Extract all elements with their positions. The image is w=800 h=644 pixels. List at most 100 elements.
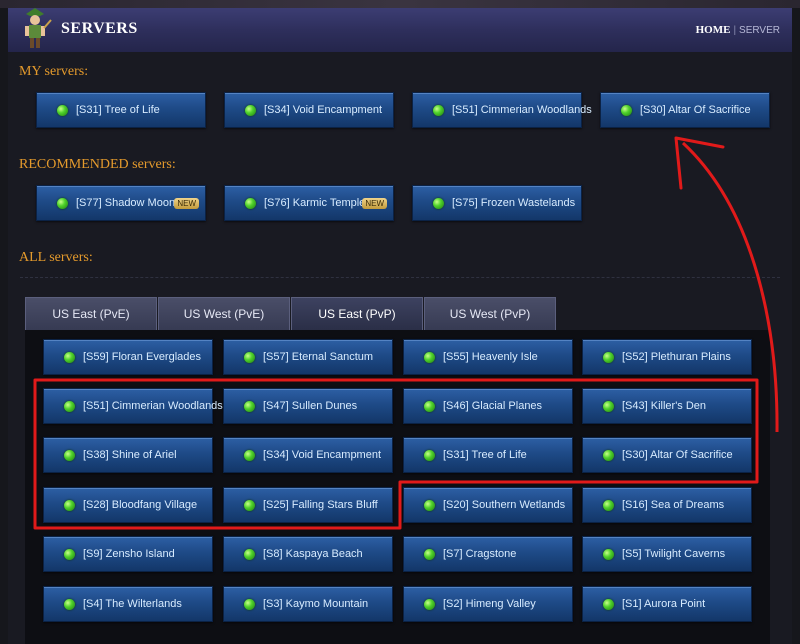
online-status-icon <box>603 500 614 511</box>
region-tabs: US East (PvE) US West (PvE) US East (PvP… <box>25 297 556 331</box>
server-button[interactable]: [S9] Zensho Island <box>43 536 213 572</box>
server-label: [S4] The Wilterlands <box>83 598 182 610</box>
server-label: [S5] Twilight Caverns <box>622 548 726 560</box>
online-status-icon <box>64 450 75 461</box>
server-label: [S30] Altar Of Sacrifice <box>640 104 751 116</box>
server-button[interactable]: [S16] Sea of Dreams <box>582 487 752 523</box>
recommended-server-button[interactable]: [S76] Karmic Temple NEW <box>224 185 394 221</box>
server-label: [S59] Floran Everglades <box>83 351 202 363</box>
new-badge: NEW <box>174 198 199 209</box>
server-label: [S7] Cragstone <box>443 548 517 560</box>
online-status-icon <box>603 401 614 412</box>
server-label: [S75] Frozen Wastelands <box>452 197 576 209</box>
online-status-icon <box>244 450 255 461</box>
all-servers-heading: ALL servers: <box>19 250 93 265</box>
server-button[interactable]: [S57] Eternal Sanctum <box>223 339 393 375</box>
online-status-icon <box>424 549 435 560</box>
recommended-server-button[interactable]: [S77] Shadow Moon NEW <box>36 185 206 221</box>
online-status-icon <box>244 500 255 511</box>
server-button[interactable]: [S46] Glacial Planes <box>403 388 573 424</box>
server-label: [S20] Southern Wetlands <box>443 499 566 511</box>
online-status-icon <box>424 500 435 511</box>
breadcrumb: HOME | SERVER <box>696 24 780 36</box>
server-button[interactable]: [S1] Aurora Point <box>582 586 752 622</box>
online-status-icon <box>603 352 614 363</box>
server-label: [S25] Falling Stars Bluff <box>263 499 378 511</box>
recommended-server-button[interactable]: [S75] Frozen Wastelands <box>412 185 582 221</box>
breadcrumb-current: SERVER <box>739 25 780 36</box>
server-label: [S28] Bloodfang Village <box>83 499 198 511</box>
server-button[interactable]: [S25] Falling Stars Bluff <box>223 487 393 523</box>
online-status-icon <box>424 450 435 461</box>
online-status-icon <box>603 549 614 560</box>
server-label: [S55] Heavenly Isle <box>443 351 538 363</box>
server-button[interactable]: [S2] Himeng Valley <box>403 586 573 622</box>
server-label: [S51] Cimmerian Woodlands <box>452 104 592 116</box>
my-server-button[interactable]: [S30] Altar Of Sacrifice <box>600 92 770 128</box>
server-label: [S46] Glacial Planes <box>443 400 543 412</box>
server-label: [S76] Karmic Temple <box>264 197 366 209</box>
server-button[interactable]: [S34] Void Encampment <box>223 437 393 473</box>
server-button[interactable]: [S38] Shine of Ariel <box>43 437 213 473</box>
server-label: [S52] Plethuran Plains <box>622 351 731 363</box>
top-decoration-strip <box>0 0 800 8</box>
online-status-icon <box>244 599 255 610</box>
server-label: [S34] Void Encampment <box>264 104 383 116</box>
online-status-icon <box>64 599 75 610</box>
server-label: [S38] Shine of Ariel <box>83 449 177 461</box>
server-label: [S51] Cimmerian Woodlands <box>83 400 223 412</box>
online-status-icon <box>603 450 614 461</box>
online-status-icon <box>64 401 75 412</box>
server-button[interactable]: [S47] Sullen Dunes <box>223 388 393 424</box>
server-button[interactable]: [S20] Southern Wetlands <box>403 487 573 523</box>
my-server-button[interactable]: [S31] Tree of Life <box>36 92 206 128</box>
server-button[interactable]: [S3] Kaymo Mountain <box>223 586 393 622</box>
server-label: [S77] Shadow Moon <box>76 197 176 209</box>
server-label: [S31] Tree of Life <box>76 104 160 116</box>
tab-us-west-pvp[interactable]: US West (PvP) <box>424 297 556 331</box>
online-status-icon <box>57 198 68 209</box>
server-label: [S1] Aurora Point <box>622 598 706 610</box>
my-server-button[interactable]: [S51] Cimmerian Woodlands <box>412 92 592 128</box>
online-status-icon <box>245 198 256 209</box>
server-button[interactable]: [S30] Altar Of Sacrifice <box>582 437 752 473</box>
online-status-icon <box>64 549 75 560</box>
server-button[interactable]: [S4] The Wilterlands <box>43 586 213 622</box>
section-divider <box>20 277 780 278</box>
server-label: [S8] Kaspaya Beach <box>263 548 363 560</box>
server-label: [S34] Void Encampment <box>263 449 382 461</box>
server-button[interactable]: [S51] Cimmerian Woodlands <box>43 388 223 424</box>
tab-us-west-pve[interactable]: US West (PvE) <box>158 297 290 331</box>
server-button[interactable]: [S55] Heavenly Isle <box>403 339 573 375</box>
online-status-icon <box>621 105 632 116</box>
breadcrumb-home-link[interactable]: HOME <box>696 24 731 36</box>
new-badge: NEW <box>362 198 387 209</box>
server-label: [S43] Killer's Den <box>622 400 707 412</box>
server-label: [S57] Eternal Sanctum <box>263 351 374 363</box>
server-button[interactable]: [S59] Floran Everglades <box>43 339 213 375</box>
server-label: [S47] Sullen Dunes <box>263 400 358 412</box>
server-button[interactable]: [S8] Kaspaya Beach <box>223 536 393 572</box>
server-button[interactable]: [S5] Twilight Caverns <box>582 536 752 572</box>
online-status-icon <box>64 352 75 363</box>
online-status-icon <box>424 401 435 412</box>
tab-us-east-pve[interactable]: US East (PvE) <box>25 297 157 331</box>
online-status-icon <box>433 105 444 116</box>
server-button[interactable]: [S28] Bloodfang Village <box>43 487 213 523</box>
server-button[interactable]: [S7] Cragstone <box>403 536 573 572</box>
server-label: [S3] Kaymo Mountain <box>263 598 369 610</box>
server-button[interactable]: [S43] Killer's Den <box>582 388 752 424</box>
main-content: MY servers: [S31] Tree of Life [S34] Voi… <box>8 52 792 644</box>
character-avatar-icon <box>25 8 52 48</box>
server-button[interactable]: [S31] Tree of Life <box>403 437 573 473</box>
server-label: [S2] Himeng Valley <box>443 598 536 610</box>
online-status-icon <box>245 105 256 116</box>
online-status-icon <box>424 599 435 610</box>
recommended-servers-heading: RECOMMENDED servers: <box>19 157 176 172</box>
tab-us-east-pvp[interactable]: US East (PvP) <box>291 297 423 331</box>
server-button[interactable]: [S52] Plethuran Plains <box>582 339 752 375</box>
online-status-icon <box>244 352 255 363</box>
page-title: SERVERS <box>61 20 138 37</box>
my-server-button[interactable]: [S34] Void Encampment <box>224 92 394 128</box>
online-status-icon <box>603 599 614 610</box>
